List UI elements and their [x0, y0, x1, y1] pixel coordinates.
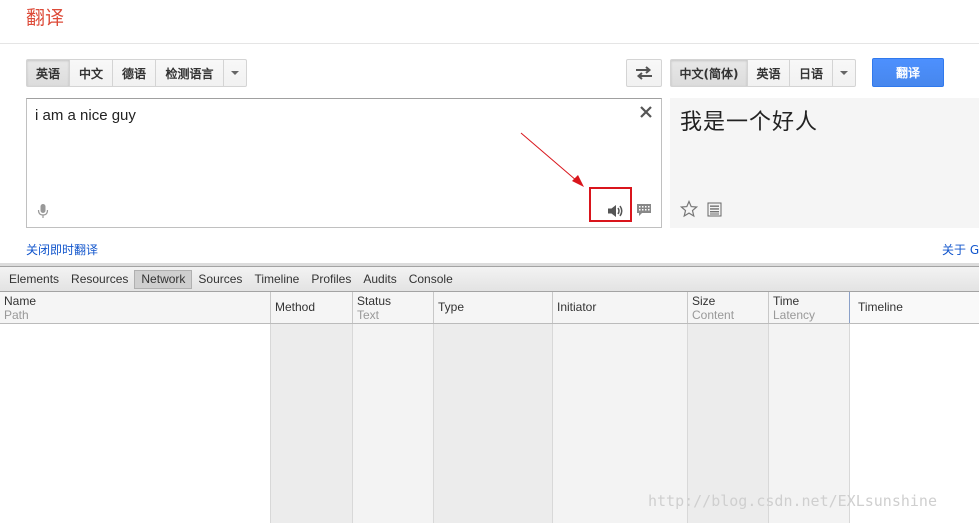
target-lang-japanese[interactable]: 日语 — [790, 59, 833, 87]
column-time[interactable]: Time Latency — [768, 292, 849, 323]
source-lang-dropdown[interactable] — [224, 59, 247, 87]
source-lang-detect[interactable]: 检测语言 — [156, 59, 224, 87]
column-name-label: Name — [4, 294, 37, 308]
result-panel: 我是一个好人 — [670, 98, 979, 228]
column-size-sublabel: Content — [692, 308, 735, 322]
column-stripe — [270, 324, 352, 523]
column-initiator[interactable]: Initiator — [552, 292, 687, 323]
translate-page: 翻译 英语 中文 德语 检测语言 中文(简体) 英语 日语 翻译 i am a … — [0, 0, 979, 523]
chevron-down-icon — [840, 71, 848, 75]
tab-timeline[interactable]: Timeline — [248, 270, 305, 289]
chevron-down-icon — [231, 71, 239, 75]
column-status-label: Status — [357, 294, 392, 308]
devtools-tab-bar: Elements Resources Network Sources Timel… — [0, 267, 979, 292]
translate-button[interactable]: 翻译 — [872, 58, 944, 87]
column-status-sublabel: Text — [357, 308, 380, 322]
list-icon[interactable] — [707, 202, 722, 217]
column-stripe — [352, 324, 433, 523]
source-lang-english[interactable]: 英语 — [26, 59, 70, 87]
swap-languages-button[interactable] — [626, 59, 662, 87]
tab-audits[interactable]: Audits — [357, 270, 402, 289]
column-timeline-label: Timeline — [858, 300, 903, 314]
tab-network[interactable]: Network — [134, 269, 193, 289]
column-size[interactable]: Size Content — [687, 292, 768, 323]
tab-console[interactable]: Console — [403, 270, 459, 289]
disable-instant-translate-link[interactable]: 关闭即时翻译 — [26, 241, 98, 258]
source-lang-chinese[interactable]: 中文 — [70, 59, 113, 87]
column-time-sublabel: Latency — [773, 308, 816, 322]
column-method-label: Method — [275, 300, 316, 314]
column-status[interactable]: Status Text — [352, 292, 433, 323]
column-method[interactable]: Method — [270, 292, 352, 323]
watermark: http://blog.csdn.net/EXLsunshine — [648, 492, 937, 510]
column-type[interactable]: Type — [433, 292, 552, 323]
network-table-header: Name Path Method Status Text Type Initia… — [0, 292, 979, 324]
result-text: 我是一个好人 — [680, 110, 819, 135]
about-link[interactable]: 关于 G — [942, 241, 979, 258]
target-lang-english[interactable]: 英语 — [748, 59, 790, 87]
column-type-label: Type — [438, 300, 465, 314]
highlight-box — [589, 187, 632, 222]
column-time-label: Time — [773, 294, 800, 308]
tab-resources[interactable]: Resources — [65, 270, 134, 289]
column-timeline[interactable]: Timeline — [849, 292, 979, 323]
target-lang-dropdown[interactable] — [833, 59, 856, 87]
column-stripe — [433, 324, 552, 523]
source-text-area[interactable]: i am a nice guy — [26, 98, 662, 228]
close-icon[interactable] — [639, 103, 653, 121]
tab-profiles[interactable]: Profiles — [305, 270, 357, 289]
column-name[interactable]: Name Path — [0, 292, 270, 323]
header-divider — [0, 43, 979, 44]
tab-elements[interactable]: Elements — [3, 270, 65, 289]
tab-sources[interactable]: Sources — [192, 270, 248, 289]
star-icon[interactable] — [680, 200, 698, 218]
app-title: 翻译 — [26, 7, 65, 29]
column-name-sublabel: Path — [4, 308, 29, 322]
source-language-bar: 英语 中文 德语 检测语言 — [26, 59, 247, 87]
swap-icon — [636, 66, 652, 80]
source-lang-german[interactable]: 德语 — [113, 59, 156, 87]
source-text: i am a nice guy — [35, 107, 136, 124]
target-language-bar: 中文(简体) 英语 日语 — [670, 59, 856, 87]
keyboard-icon[interactable] — [636, 203, 652, 218]
microphone-icon[interactable] — [37, 203, 49, 219]
column-initiator-label: Initiator — [557, 300, 597, 314]
column-size-label: Size — [692, 294, 716, 308]
target-lang-chinese-simplified[interactable]: 中文(简体) — [670, 59, 748, 87]
